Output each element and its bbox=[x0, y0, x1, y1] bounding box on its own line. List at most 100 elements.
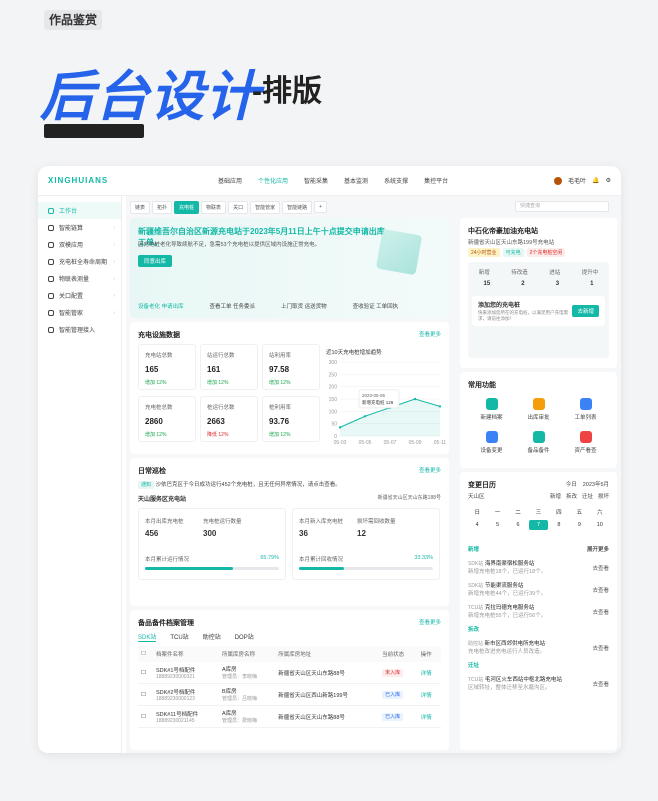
parts-tab[interactable]: 助控站 bbox=[203, 632, 221, 642]
weekday: 五 bbox=[576, 510, 583, 516]
tab-0[interactable]: 链表 bbox=[130, 200, 151, 214]
tab-6[interactable]: 智能链路 bbox=[282, 200, 313, 214]
tab-4[interactable]: 关口 bbox=[228, 200, 249, 214]
stat-value: 1 bbox=[590, 281, 594, 287]
sidebar-item-5[interactable]: 关口配置 › bbox=[38, 287, 121, 304]
status-badge: 已入库 bbox=[382, 691, 404, 699]
step-link-1[interactable]: 设备老化 申请出库 bbox=[138, 302, 184, 310]
sidebar-item-workbench[interactable]: 工作台 bbox=[38, 202, 121, 219]
y-tick-label: 250 bbox=[329, 372, 338, 378]
parts-table: ☐ 档案件名称 所属库房名称 所属库房地址 当前状态 操作 ☐ SDK#1号档配件 18889… bbox=[138, 646, 441, 728]
region-select[interactable]: 天山区 bbox=[468, 492, 485, 500]
more-link[interactable]: 查看更多 bbox=[419, 618, 441, 626]
tag: 24小时营业 bbox=[468, 248, 500, 257]
progress-value: 65.79% bbox=[260, 555, 279, 561]
func-new-record[interactable]: 新建档案 bbox=[468, 398, 515, 421]
parts-tabs: SDK站 TCU站 助控站 DOP站 bbox=[138, 632, 254, 642]
parts-tab[interactable]: SDK站 bbox=[138, 632, 157, 642]
event-item: TCU站 克拉玛德充电服务站 新增充电桩55个，已运行56个。 去查看 bbox=[460, 600, 617, 622]
charger-icon bbox=[48, 258, 54, 265]
func-label: 资产看查 bbox=[574, 448, 597, 454]
day[interactable]: 6 bbox=[509, 520, 527, 530]
add-tab-button[interactable]: + bbox=[314, 201, 328, 213]
row-checkbox[interactable]: ☐ bbox=[138, 683, 153, 706]
nav-custom[interactable]: 个性化应用 bbox=[258, 176, 288, 185]
parts-tab[interactable]: DOP站 bbox=[235, 632, 254, 642]
stat-change: 增加 12% bbox=[269, 380, 291, 386]
weekday: 四 bbox=[556, 510, 562, 516]
step-link-3[interactable]: 上门取货 运送货物 bbox=[281, 302, 327, 310]
x-tick-label: 05-11 bbox=[434, 440, 446, 446]
detail-link[interactable]: 详情 bbox=[417, 662, 441, 684]
day[interactable]: 5 bbox=[488, 520, 506, 530]
nav-support[interactable]: 系统支撑 bbox=[384, 176, 408, 185]
view-link[interactable]: 去查看 bbox=[592, 608, 609, 616]
sidebar-item-3[interactable]: 充电桩全寿命周期 › bbox=[38, 253, 121, 270]
day[interactable]: 9 bbox=[570, 520, 588, 530]
col-header: 所属库房地址 bbox=[275, 646, 380, 662]
func-change[interactable]: 设备变更 bbox=[468, 431, 515, 454]
approve-button[interactable]: 同意出库 bbox=[138, 255, 173, 267]
func-orders[interactable]: 工单列表 bbox=[562, 398, 609, 421]
legend-item: 迁址 bbox=[581, 494, 593, 500]
status-badge: 已入库 bbox=[382, 713, 404, 721]
sidebar-item-4[interactable]: 物联表测量 › bbox=[38, 270, 121, 287]
sidebar-item-7[interactable]: 智能管理接入 bbox=[38, 321, 121, 338]
settings-icon[interactable]: ⚙ bbox=[606, 177, 611, 184]
user-name[interactable]: 毛毛叶 bbox=[568, 176, 586, 185]
nav-platform[interactable]: 集控平台 bbox=[424, 176, 448, 185]
view-link[interactable]: 去查看 bbox=[592, 644, 609, 652]
nav-basic[interactable]: 基础应用 bbox=[218, 176, 242, 185]
today-button[interactable]: 今日 bbox=[566, 480, 577, 488]
tab-1[interactable]: 拓扑 bbox=[152, 200, 173, 214]
step-link-2[interactable]: 查看工单 任务委派 bbox=[210, 302, 256, 310]
add-button[interactable]: 去新增 bbox=[572, 305, 599, 317]
detail-link[interactable]: 详情 bbox=[417, 683, 441, 706]
day-selected[interactable]: 7 bbox=[529, 520, 548, 530]
view-link[interactable]: 去查看 bbox=[592, 680, 609, 688]
card-title: 充电设施数据 bbox=[138, 332, 180, 339]
table-row: ☐ SDK#1号档配件 18889230000321 A库房 管理员：李晓梅 新疆省天山区… bbox=[138, 662, 441, 684]
search-input[interactable]: 快捷查询 bbox=[515, 201, 609, 212]
stat-value: 15 bbox=[483, 281, 491, 287]
inspection-card: 日常巡检 查看更多 通知 沙依巴克区于今日成功运行452个充电桩，且无任何异常情… bbox=[130, 458, 449, 606]
station-address: 新疆省天山区天山东路188号 bbox=[377, 495, 441, 501]
tab-2[interactable]: 充电桩 bbox=[174, 200, 200, 214]
expand-link[interactable]: 展开更多 bbox=[587, 545, 609, 553]
row-checkbox[interactable]: ☐ bbox=[138, 662, 153, 684]
step-link-4[interactable]: 查收验证 工单回执 bbox=[353, 302, 399, 310]
y-tick-label: 50 bbox=[331, 422, 337, 428]
stat-box: 桩利用率 93.76 增加 12% bbox=[262, 396, 320, 442]
tab-3[interactable]: 物联表 bbox=[201, 200, 227, 214]
manager: 管理员：费晓梅 bbox=[221, 718, 257, 724]
more-link[interactable]: 查看更多 bbox=[419, 466, 441, 474]
bell-icon[interactable]: 🔔 bbox=[592, 177, 599, 184]
sidebar-item-2[interactable]: 双模应用 › bbox=[38, 236, 121, 253]
view-link[interactable]: 去查看 bbox=[592, 564, 609, 572]
tab-5[interactable]: 智能管家 bbox=[250, 200, 281, 214]
nav-collect[interactable]: 智能采集 bbox=[304, 176, 328, 185]
day[interactable]: 10 bbox=[591, 520, 609, 530]
day[interactable]: 4 bbox=[468, 520, 486, 530]
row-checkbox[interactable]: ☐ bbox=[138, 705, 153, 728]
parts-tab[interactable]: TCU站 bbox=[170, 632, 188, 642]
func-assets[interactable]: 资产看查 bbox=[562, 431, 609, 454]
detail-link[interactable]: 详情 bbox=[417, 705, 441, 728]
avatar[interactable] bbox=[554, 176, 563, 185]
more-link[interactable]: 查看更多 bbox=[419, 330, 441, 338]
group-header: 新增 展开更多 bbox=[460, 542, 617, 556]
group-header: 拆改 bbox=[460, 622, 617, 636]
outbound-box: 本月出库充电桩 456 充电桩运行数量 300 本月累计运行情况 65.79% bbox=[138, 508, 286, 580]
func-outbound[interactable]: 出库审批 bbox=[515, 398, 562, 421]
sidebar-item-1[interactable]: 智能链算 › bbox=[38, 219, 121, 236]
func-parts[interactable]: 备品备件 bbox=[515, 431, 562, 454]
nav-monitor[interactable]: 基本监测 bbox=[344, 176, 368, 185]
progress-label: 本月累计运行情况 bbox=[145, 557, 190, 563]
month-picker[interactable]: 2023年5月 bbox=[583, 480, 609, 488]
stat-box: 站利用率 97.58 增加 12% bbox=[262, 344, 320, 390]
view-link[interactable]: 去查看 bbox=[592, 586, 609, 594]
sidebar-label: 物联表测量 bbox=[59, 277, 90, 283]
day[interactable]: 8 bbox=[550, 520, 568, 530]
trend-chart: 05010015020025030005-03 05-05 05-07 05-09 05… bbox=[329, 360, 446, 446]
sidebar-item-6[interactable]: 智能管家 › bbox=[38, 304, 121, 321]
